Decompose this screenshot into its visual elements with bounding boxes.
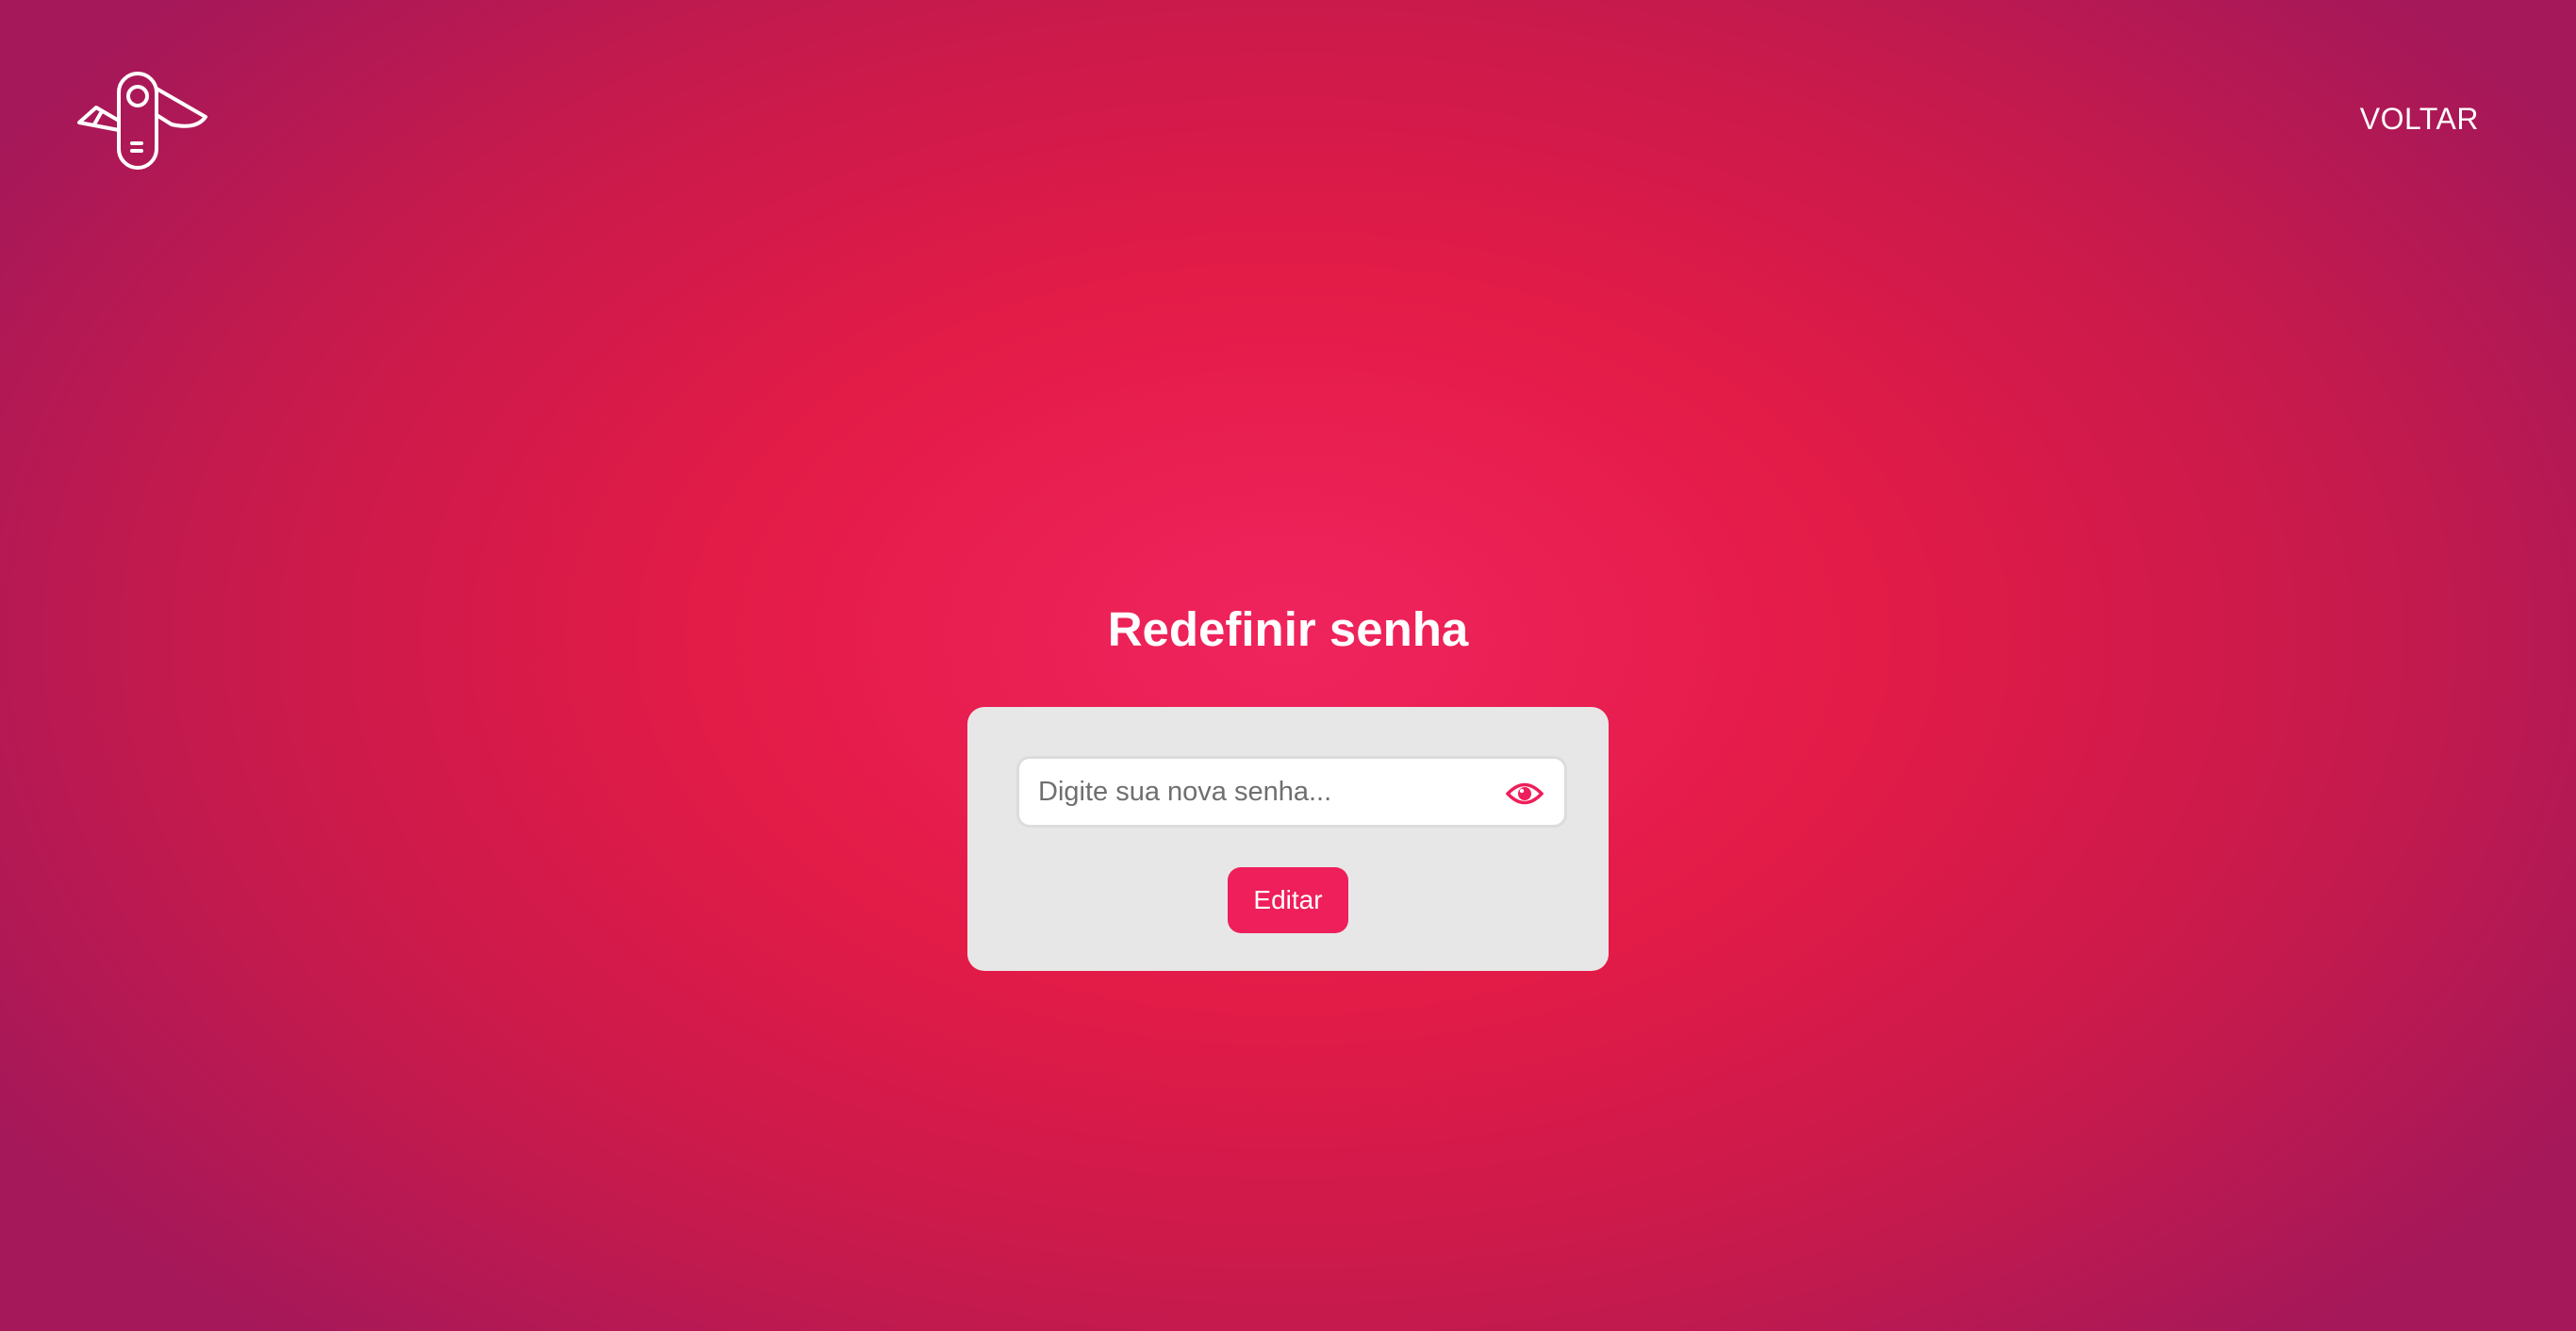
eye-icon [1506,782,1544,805]
swiss-army-knife-icon [77,72,207,170]
logo [77,68,215,175]
new-password-input[interactable] [1019,759,1491,825]
page-title: Redefinir senha [1107,602,1469,656]
show-password-toggle[interactable] [1506,781,1544,806]
reset-password-card: Editar [967,707,1609,971]
password-field [1016,756,1567,828]
voltar-link[interactable]: VOLTAR [2360,102,2479,137]
edit-button[interactable]: Editar [1228,867,1348,933]
